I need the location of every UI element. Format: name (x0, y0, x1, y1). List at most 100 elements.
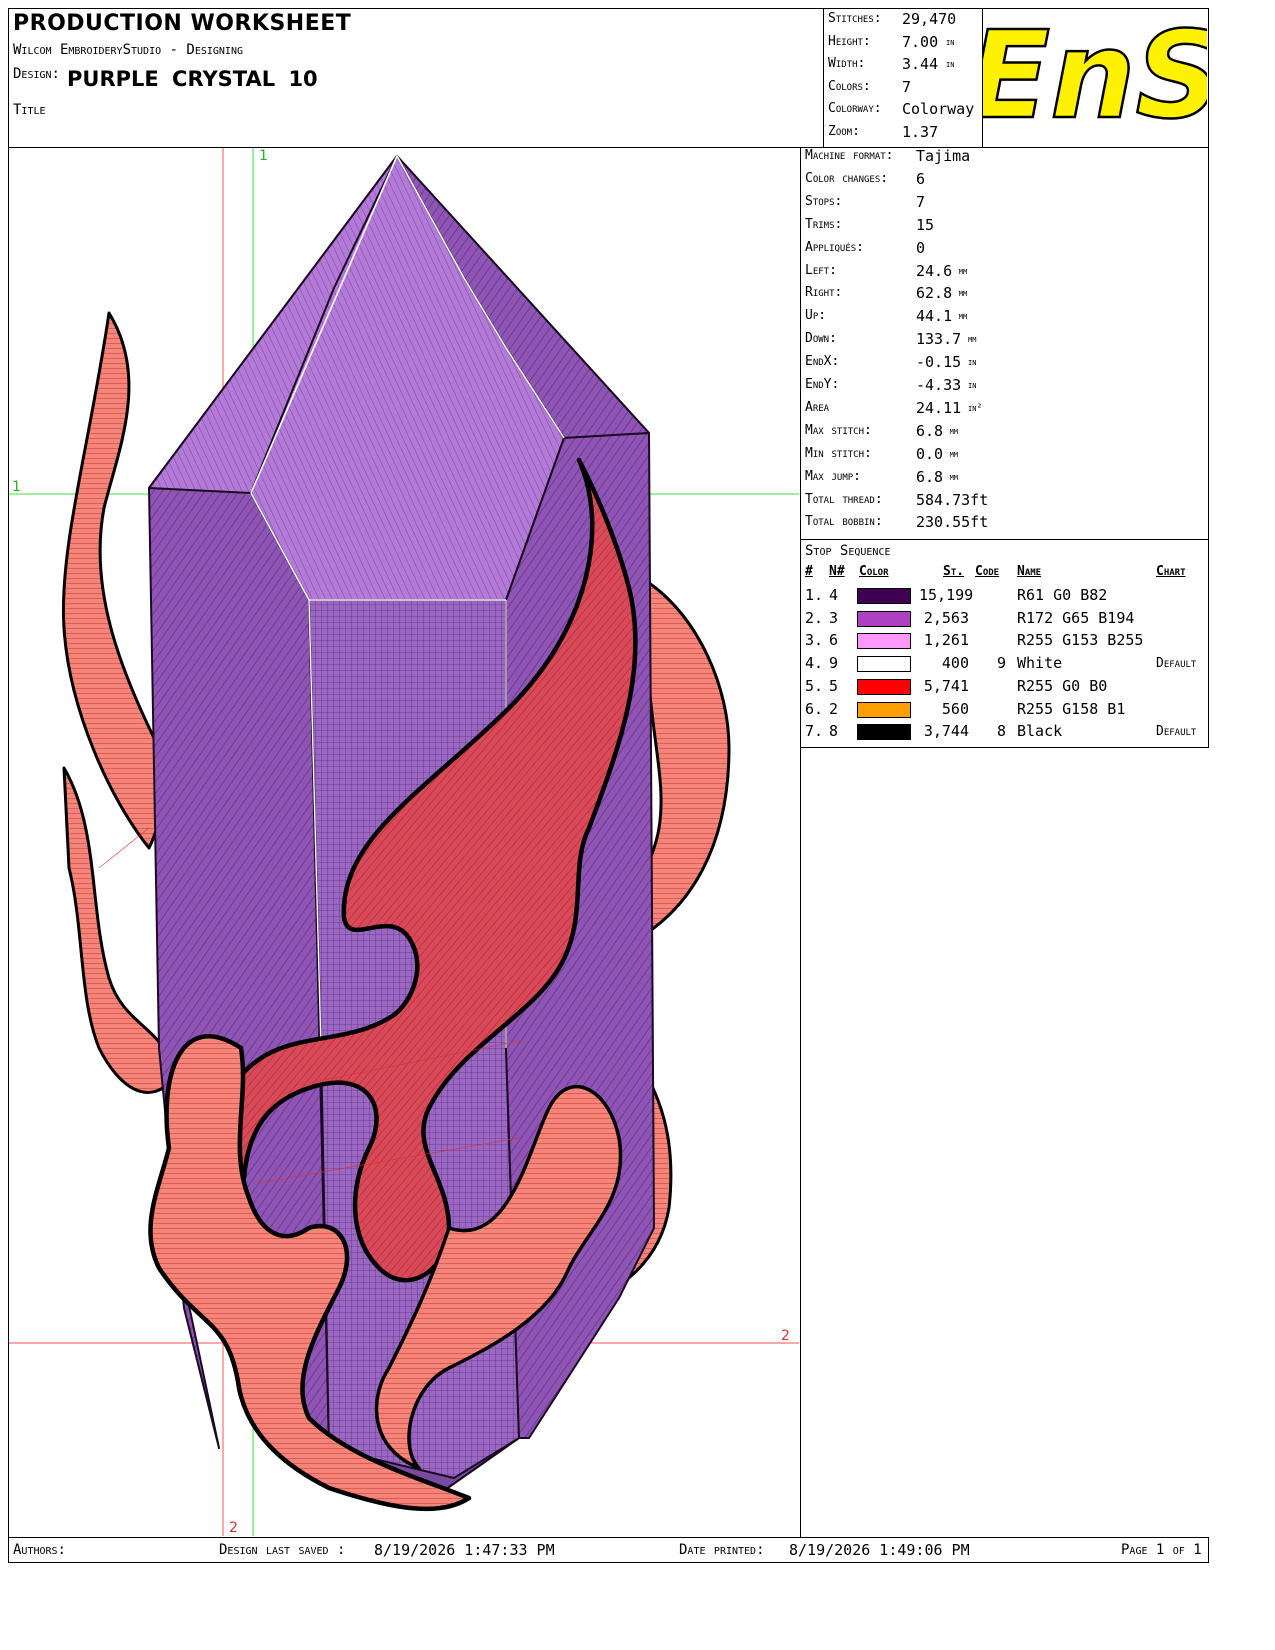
stop-needle: 2 (829, 699, 839, 718)
guide-label-h1: 1 (12, 479, 21, 495)
title-label: Title (13, 102, 46, 118)
machine-label: Appliqués: (805, 239, 865, 255)
logo-lettering: EnS (967, 6, 1223, 148)
machine-unit: mm (949, 425, 959, 437)
machine-label: Machine format: (805, 148, 894, 163)
stop-row: 5. 5 5,741 R255 G0 B0 (801, 677, 1208, 700)
col-code: Code (975, 564, 1000, 579)
machine-label: Max jump: (805, 468, 861, 484)
stop-stitches: 5,741 (923, 676, 969, 695)
stop-color-name: R255 G0 B0 (1017, 676, 1108, 695)
saved-label: Design last saved : (219, 1542, 346, 1558)
summary-label: Height: (828, 33, 871, 49)
stop-needle: 5 (829, 676, 839, 695)
machine-label: Trims: (805, 216, 843, 232)
summary-value: 29,470 (902, 10, 957, 28)
summary-panel: Stitches: 29,470 Height: 7.00 in Width: 3.44 in… (823, 8, 992, 148)
machine-value: 6.8 (916, 421, 944, 440)
stop-row: 6. 2 560 R255 G158 B1 (801, 700, 1208, 723)
machine-unit: mm (958, 288, 968, 300)
machine-label: Stops: (805, 193, 843, 209)
machine-unit: in (968, 380, 977, 391)
col-color: Color (859, 564, 889, 579)
color-swatch (857, 656, 911, 673)
col-st: St. (943, 564, 965, 579)
guide-label-h2: 2 (781, 1328, 790, 1344)
machine-value: 0 (916, 238, 926, 257)
color-swatch (857, 588, 911, 604)
machine-value: 133.7 (916, 330, 962, 349)
machine-label: Max stitch: (805, 422, 872, 438)
software-name: Wilcom EmbroideryStudio - Designing (13, 42, 243, 58)
machine-value: 15 (916, 215, 935, 234)
stop-code: 9 (997, 654, 1007, 673)
summary-value: 3.44 (902, 55, 939, 73)
summary-value: Colorway 1 (902, 100, 993, 118)
machine-value: Tajima (916, 147, 971, 165)
stop-num: 4. (805, 654, 824, 673)
ens-logo: EnS (967, 6, 1223, 148)
design-name: PURPLE CRYSTAL 10 (67, 67, 318, 91)
stop-num: 3. (805, 631, 824, 650)
stop-color-name: R61 G0 B82 (1017, 586, 1108, 604)
machine-value: 24.6 (916, 261, 953, 280)
header-panel: PRODUCTION WORKSHEET Wilcom EmbroiderySt… (8, 8, 824, 148)
machine-label: Left: (805, 262, 837, 278)
stop-needle: 4 (829, 586, 839, 604)
design-label: Design: (13, 66, 60, 82)
stop-stitches: 3,744 (923, 722, 969, 741)
stop-num: 7. (805, 722, 824, 741)
machine-value: 24.11 (916, 398, 962, 417)
stop-num: 2. (805, 608, 824, 627)
stop-sequence-title: Stop Sequence (805, 543, 891, 559)
machine-value: 584.73ft (916, 490, 989, 509)
logo-panel: EnS (967, 6, 1223, 148)
stop-sequence-header: # N# Color St. Code Name Chart (801, 564, 1208, 586)
machine-unit: mm (958, 311, 968, 323)
col-chart: Chart (1156, 564, 1186, 579)
machine-value: 0.0 (916, 444, 944, 463)
summary-label: Zoom: (828, 123, 860, 139)
summary-label: Colorway: (828, 101, 882, 116)
color-swatch (857, 701, 911, 718)
machine-label: EndY: (805, 377, 840, 392)
stop-stitches: 1,261 (923, 631, 969, 650)
col-num: # (805, 564, 813, 579)
stop-row: 3. 6 1,261 R255 G153 B255 (801, 631, 1208, 654)
design-preview: 1 1 2 2 (9, 148, 799, 1536)
stop-chart: Default (1156, 656, 1197, 672)
guide-label-v1: 1 (259, 148, 268, 164)
machine-unit: in² (968, 402, 983, 414)
stop-chart: Default (1156, 724, 1197, 740)
machine-value: 7 (916, 192, 926, 211)
guide-label-v2: 2 (229, 1520, 238, 1536)
machine-value: -4.33 (916, 376, 962, 394)
machine-label: Color changes: (805, 170, 889, 186)
machine-value: 62.8 (916, 284, 953, 303)
stop-row: 7. 8 3,744 8 Black Default (801, 722, 1208, 745)
machine-unit: mm (968, 334, 977, 346)
machine-label: Total thread: (805, 491, 883, 507)
printed-value: 8/19/2026 1:49:06 PM (789, 1541, 970, 1559)
saved-value: 8/19/2026 1:47:33 PM (374, 1541, 555, 1559)
machine-value: 44.1 (916, 307, 953, 326)
summary-unit: in (946, 59, 955, 70)
machine-label: Down: (805, 331, 837, 347)
stop-color-name: R172 G65 B194 (1017, 608, 1135, 627)
summary-unit: in (946, 36, 955, 48)
machine-value: 6 (916, 169, 926, 188)
stop-needle: 8 (829, 722, 839, 741)
design-canvas: 1 1 2 2 (8, 147, 801, 1538)
stop-row: 1. 4 15,199 R61 G0 B82 (801, 586, 1208, 609)
printed-label: Date printed: (679, 1542, 765, 1558)
worksheet-title: PRODUCTION WORKSHEET (13, 11, 352, 36)
stop-needle: 3 (829, 608, 839, 627)
stop-color-name: White (1017, 654, 1063, 673)
machine-label: EndX: (805, 354, 840, 370)
authors-label: Authors: (13, 1542, 66, 1558)
color-swatch (857, 610, 911, 627)
col-name: Name (1017, 564, 1042, 579)
stop-needle: 6 (829, 631, 839, 650)
machine-panel: Machine format: Tajima Color changes: 6 Stop… (800, 147, 1209, 540)
machine-value: 6.8 (916, 467, 944, 486)
